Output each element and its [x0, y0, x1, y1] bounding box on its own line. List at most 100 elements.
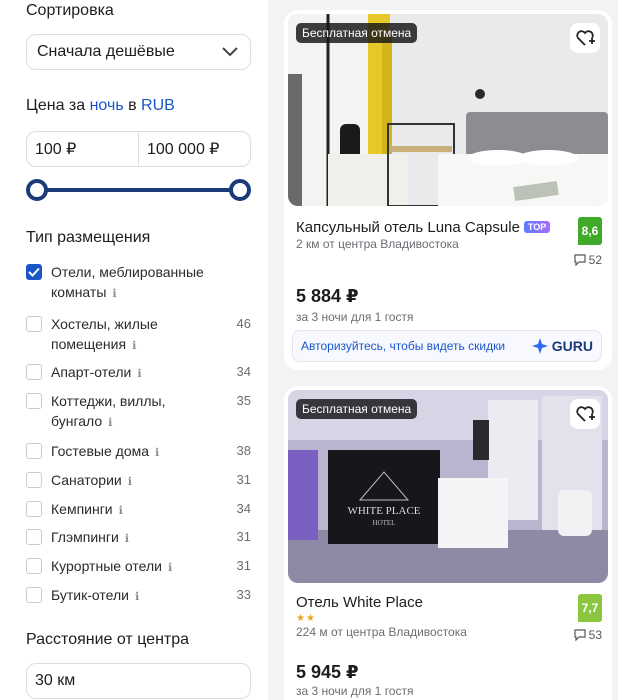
info-icon[interactable]: ℹ [119, 501, 123, 521]
checkbox[interactable] [26, 472, 42, 488]
price-title-mid: в [123, 97, 142, 114]
type-count: 35 [236, 393, 251, 408]
price-subtitle: за 3 ночи для 1 гостя [296, 310, 414, 324]
type-count: 38 [236, 443, 251, 458]
rating-badge: 7,7 [578, 594, 602, 622]
hotel-photo[interactable]: Бесплатная отмена [288, 14, 608, 206]
hotel-name[interactable]: Отель White Place [296, 594, 423, 611]
type-count: 46 [236, 316, 251, 331]
free-cancellation-badge: Бесплатная отмена [296, 23, 418, 43]
type-label: Апарт-отели [51, 364, 132, 380]
accommodation-type-list: Отели, меблированные комнаты ℹ Хостелы, ж… [26, 262, 251, 614]
price-slider-max-handle[interactable] [229, 179, 251, 201]
info-icon[interactable]: ℹ [108, 413, 112, 433]
distance-input[interactable]: 30 км [26, 663, 251, 699]
accommodation-type-title: Тип размещения [26, 229, 151, 246]
comment-icon [574, 629, 586, 641]
sort-title: Сортировка [26, 2, 114, 19]
heart-plus-icon [576, 30, 595, 46]
info-icon[interactable]: ℹ [125, 529, 129, 549]
guru-label: GURU [551, 338, 593, 354]
reviews-count-text: 52 [588, 253, 602, 267]
price-slider-min-handle[interactable] [26, 179, 48, 201]
type-label: Глэмпинги [51, 529, 119, 545]
price-period-link[interactable]: ночь [90, 97, 124, 114]
checkbox[interactable] [26, 501, 42, 517]
reviews-count[interactable]: 52 [574, 253, 602, 267]
favorite-button[interactable] [570, 23, 600, 53]
type-label: Бутик-отели [51, 587, 129, 603]
type-option-glampings[interactable]: Глэмпинги ℹ 31 [26, 527, 251, 556]
free-cancellation-badge: Бесплатная отмена [296, 399, 418, 419]
favorite-button[interactable] [570, 399, 600, 429]
login-discount-text[interactable]: Авторизуйтесь, чтобы видеть скидки [301, 339, 505, 353]
type-option-guest-houses[interactable]: Гостевые дома ℹ 38 [26, 441, 251, 470]
type-option-hostels[interactable]: Хостелы, жилые помещения ℹ 46 [26, 314, 251, 362]
type-option-campings[interactable]: Кемпинги ℹ 34 [26, 499, 251, 527]
guru-logo: GURU [531, 338, 593, 354]
price-min-input[interactable]: 100 ₽ [27, 132, 138, 166]
hotel-name[interactable]: Капсульный отель Luna Capsule TOP [296, 219, 551, 236]
info-icon[interactable]: ℹ [168, 558, 172, 578]
checkbox[interactable] [26, 393, 42, 409]
price-title: Цена за ночь в RUB [26, 97, 175, 115]
chevron-down-icon [220, 42, 240, 62]
price-slider[interactable] [26, 178, 251, 202]
type-count: 34 [236, 364, 251, 379]
checkbox[interactable] [26, 558, 42, 574]
type-count: 31 [236, 529, 251, 544]
type-option-apart-hotels[interactable]: Апарт-отели ℹ 34 [26, 362, 251, 391]
currency-link[interactable]: RUB [141, 97, 175, 114]
sign-line-1: WHITE PLACE [347, 505, 420, 517]
type-label: Хостелы, жилые помещения [51, 316, 158, 352]
hotel-name-text[interactable]: Капсульный отель Luna Capsule [296, 219, 520, 236]
info-icon[interactable]: ℹ [112, 284, 116, 304]
filters-panel: Сортировка Сначала дешёвые Цена за ночь … [0, 0, 268, 700]
type-option-sanatoriums[interactable]: Санатории ℹ 31 [26, 470, 251, 499]
type-option-boutique[interactable]: Бутик-отели ℹ 33 [26, 585, 251, 614]
info-icon[interactable]: ℹ [137, 364, 141, 384]
top-badge: TOP [523, 221, 551, 233]
login-discount-banner[interactable]: Авторизуйтесь, чтобы видеть скидки GURU [292, 330, 602, 362]
checkbox[interactable] [26, 364, 42, 380]
price-max-input[interactable]: 100 000 ₽ [138, 132, 250, 166]
sort-select[interactable]: Сначала дешёвые [26, 34, 251, 70]
type-count: 31 [236, 472, 251, 487]
reviews-count[interactable]: 53 [574, 628, 602, 642]
type-label: Гостевые дома [51, 443, 150, 459]
checkbox[interactable] [26, 587, 42, 603]
type-label: Санатории [51, 472, 122, 488]
type-option-hotels[interactable]: Отели, меблированные комнаты ℹ [26, 262, 251, 314]
sign-line-2: HOTEL [373, 519, 396, 527]
info-icon[interactable]: ℹ [155, 443, 159, 463]
type-count: 31 [236, 558, 251, 573]
comment-icon [574, 254, 586, 266]
type-option-resorts[interactable]: Курортные отели ℹ 31 [26, 556, 251, 585]
price-subtitle: за 3 ночи для 1 гостя [296, 684, 414, 698]
sort-select-value: Сначала дешёвые [37, 43, 175, 60]
info-icon[interactable]: ℹ [132, 336, 136, 356]
hotel-price: 5 884 ₽ [296, 286, 359, 306]
checkbox-checked[interactable] [26, 264, 42, 280]
type-count: 33 [236, 587, 251, 602]
price-range-inputs: 100 ₽ 100 000 ₽ [26, 131, 251, 167]
price-title-prefix: Цена за [26, 97, 90, 114]
type-label: Отели, меблированные комнаты [51, 264, 204, 300]
type-label: Кемпинги [51, 501, 113, 517]
hotel-card[interactable]: Бесплатная отмена Капсульный отель Luna … [284, 10, 612, 370]
type-option-cottages[interactable]: Коттеджи, виллы, бунгало ℹ 35 [26, 391, 251, 441]
checkbox[interactable] [26, 316, 42, 332]
info-icon[interactable]: ℹ [135, 587, 139, 607]
checkbox[interactable] [26, 443, 42, 459]
checkbox[interactable] [26, 529, 42, 545]
type-label: Курортные отели [51, 558, 162, 574]
price-slider-track [36, 188, 241, 192]
info-icon[interactable]: ℹ [128, 472, 132, 492]
type-count: 34 [236, 501, 251, 516]
hotel-distance: 2 км от центра Владивостока [296, 237, 459, 251]
heart-plus-icon [576, 406, 595, 422]
sparkle-icon [531, 338, 548, 354]
rating-badge: 8,6 [578, 217, 602, 245]
hotel-photo[interactable]: WHITE PLACE HOTEL Бесплатная отмена [288, 390, 608, 583]
hotel-card[interactable]: WHITE PLACE HOTEL Бесплатная отмена Отел… [284, 386, 612, 700]
